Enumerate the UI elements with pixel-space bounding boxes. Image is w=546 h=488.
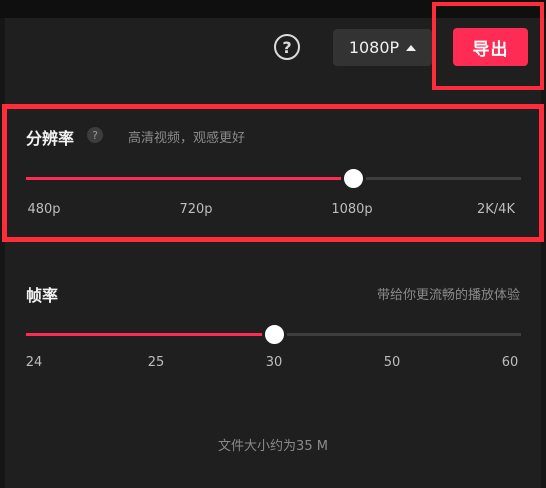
framerate-title: 帧率 xyxy=(26,286,59,305)
framerate-subtitle: 带给你更流畅的播放体验 xyxy=(376,288,520,303)
resolution-subtitle: 高清视频，观感更好 xyxy=(128,131,246,146)
framerate-tick-50[interactable]: 50 xyxy=(384,355,401,370)
framerate-tick-30[interactable]: 30 xyxy=(266,355,283,370)
framerate-tick-25[interactable]: 25 xyxy=(148,355,165,370)
help-icon[interactable]: ? xyxy=(274,34,300,60)
resolution-slider-thumb[interactable] xyxy=(340,166,366,191)
resolution-title: 分辨率 xyxy=(26,129,75,148)
resolution-dropdown-value: 1080P xyxy=(348,38,400,57)
framerate-tick-24[interactable]: 24 xyxy=(26,355,43,370)
resolution-dropdown[interactable]: 1080P xyxy=(333,29,432,66)
resolution-tick-1080p[interactable]: 1080p xyxy=(331,202,372,217)
resolution-slider-track[interactable] xyxy=(26,177,521,180)
framerate-tick-60[interactable]: 60 xyxy=(502,355,519,370)
resolution-tick-480p[interactable]: 480p xyxy=(27,202,60,217)
resolution-highlight-box xyxy=(2,104,544,242)
caret-up-icon xyxy=(406,44,417,51)
export-button[interactable]: 导出 xyxy=(453,28,528,66)
resolution-tick-2k4k[interactable]: 2K/4K xyxy=(477,202,515,217)
resolution-slider-fill xyxy=(26,177,353,180)
resolution-tick-720p[interactable]: 720p xyxy=(179,202,212,217)
framerate-slider-thumb[interactable] xyxy=(261,322,287,347)
file-size-estimate: 文件大小约为35 M xyxy=(218,439,328,454)
framerate-slider-fill xyxy=(26,333,274,336)
question-icon[interactable]: ? xyxy=(87,127,103,143)
